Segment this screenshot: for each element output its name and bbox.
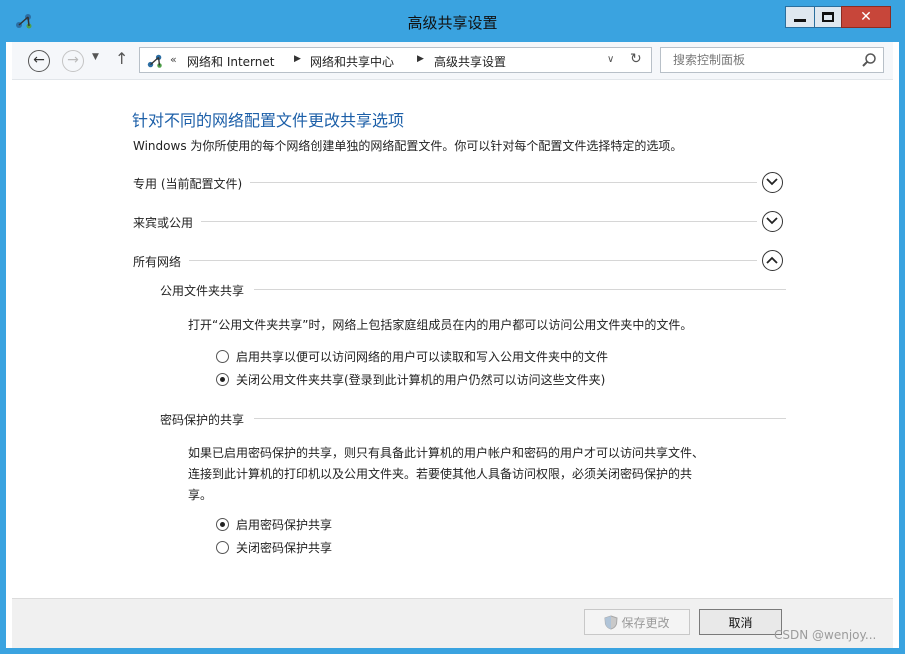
password-description-line: 连接到此计算机的打印机以及公用文件夹。若要使其他人具备访问权限，必须关闭密码保护…	[188, 467, 693, 481]
profile-private-header[interactable]: 专用 (当前配置文件)	[133, 172, 793, 194]
chevron-down-icon	[766, 217, 778, 225]
password-description: 如果已启用密码保护的共享，则只有具备此计算机的用户帐户和密码的用户才可以访问共享…	[188, 443, 704, 506]
profile-guest-label: 来宾或公用	[133, 214, 202, 231]
profile-all-networks-label: 所有网络	[133, 253, 190, 270]
collapse-all-networks-button[interactable]	[762, 250, 783, 271]
address-bar[interactable]: « 网络和 Internet ▶ 网络和共享中心 ▶ 高级共享设置 ∨ ↻	[139, 47, 652, 73]
close-icon: ✕	[860, 9, 872, 25]
address-dropdown-icon[interactable]: ∨	[607, 54, 614, 65]
recent-locations-dropdown[interactable]: ▼	[92, 52, 99, 62]
radio-button-selected[interactable]	[216, 373, 229, 386]
password-section-header: 密码保护的共享	[160, 409, 786, 429]
divider	[133, 221, 757, 222]
address-overflow-chevron[interactable]: «	[170, 53, 177, 66]
public-folder-section-header: 公用文件夹共享	[160, 280, 786, 300]
window-title: 高级共享设置	[407, 14, 498, 32]
breadcrumb-arrow-icon[interactable]: ▶	[294, 54, 301, 64]
radio-label[interactable]: 启用密码保护共享	[236, 516, 332, 533]
minimize-button[interactable]	[785, 6, 815, 28]
network-icon	[147, 54, 162, 68]
password-description-line: 如果已启用密码保护的共享，则只有具备此计算机的用户帐户和密码的用户才可以访问共享…	[188, 446, 705, 460]
watermark: CSDN @wenjoy...	[774, 628, 877, 642]
radio-label[interactable]: 关闭密码保护共享	[236, 539, 332, 556]
search-input[interactable]	[661, 48, 851, 72]
main-content: 针对不同的网络配置文件更改共享选项 Windows 为你所使用的每个网络创建单独…	[12, 80, 893, 598]
window-frame: 高级共享设置 ✕ ← → ▼ ↑ « 网络和 Internet ▶ 网络和共享中…	[0, 0, 905, 654]
radio-button[interactable]	[216, 350, 229, 363]
close-button[interactable]: ✕	[841, 6, 891, 28]
expand-private-button[interactable]	[762, 172, 783, 193]
uac-shield-icon	[604, 614, 619, 630]
refresh-icon[interactable]: ↻	[630, 51, 642, 67]
navigation-bar: ← → ▼ ↑ « 网络和 Internet ▶ 网络和共享中心 ▶ 高级共享设…	[12, 42, 893, 80]
profile-private-label: 专用 (当前配置文件)	[133, 175, 251, 192]
breadcrumb-network-internet[interactable]: 网络和 Internet	[187, 53, 274, 70]
profile-guest-header[interactable]: 来宾或公用	[133, 211, 793, 233]
footer-bar: 保存更改 取消	[12, 598, 893, 648]
breadcrumb-advanced-sharing[interactable]: 高级共享设置	[434, 53, 506, 70]
breadcrumb-arrow-icon[interactable]: ▶	[417, 54, 424, 64]
profile-all-networks-header[interactable]: 所有网络	[133, 250, 793, 272]
page-description: Windows 为你所使用的每个网络创建单独的网络配置文件。你可以针对每个配置文…	[133, 139, 683, 153]
public-folder-description: 打开“公用文件夹共享”时，网络上包括家庭组成员在内的用户都可以访问公用文件夹中的…	[188, 318, 693, 332]
back-button[interactable]: ←	[28, 50, 50, 72]
radio-label[interactable]: 关闭公用文件夹共享(登录到此计算机的用户仍然可以访问这些文件夹)	[236, 371, 605, 388]
radio-button[interactable]	[216, 541, 229, 554]
breadcrumb-sharing-center[interactable]: 网络和共享中心	[310, 53, 394, 70]
title-bar: 高级共享设置 ✕	[0, 0, 905, 42]
chevron-up-icon	[766, 256, 778, 264]
search-icon[interactable]	[861, 52, 877, 68]
minimize-icon	[794, 19, 806, 22]
maximize-icon	[822, 12, 834, 22]
password-section-title: 密码保护的共享	[160, 411, 255, 428]
page-heading: 针对不同的网络配置文件更改共享选项	[132, 111, 405, 130]
divider	[133, 260, 757, 261]
cancel-button[interactable]: 取消	[699, 609, 782, 635]
public-folder-title: 公用文件夹共享	[160, 282, 255, 299]
maximize-button[interactable]	[814, 6, 842, 28]
chevron-down-icon	[766, 178, 778, 186]
expand-guest-button[interactable]	[762, 211, 783, 232]
save-changes-label: 保存更改	[621, 615, 670, 630]
radio-label[interactable]: 启用共享以便可以访问网络的用户可以读取和写入公用文件夹中的文件	[236, 348, 608, 365]
forward-button[interactable]: →	[62, 50, 84, 72]
search-box	[660, 47, 884, 73]
radio-button-selected[interactable]	[216, 518, 229, 531]
up-button[interactable]: ↑	[115, 49, 128, 68]
password-description-line: 享。	[188, 488, 213, 502]
save-changes-button[interactable]: 保存更改	[584, 609, 690, 635]
